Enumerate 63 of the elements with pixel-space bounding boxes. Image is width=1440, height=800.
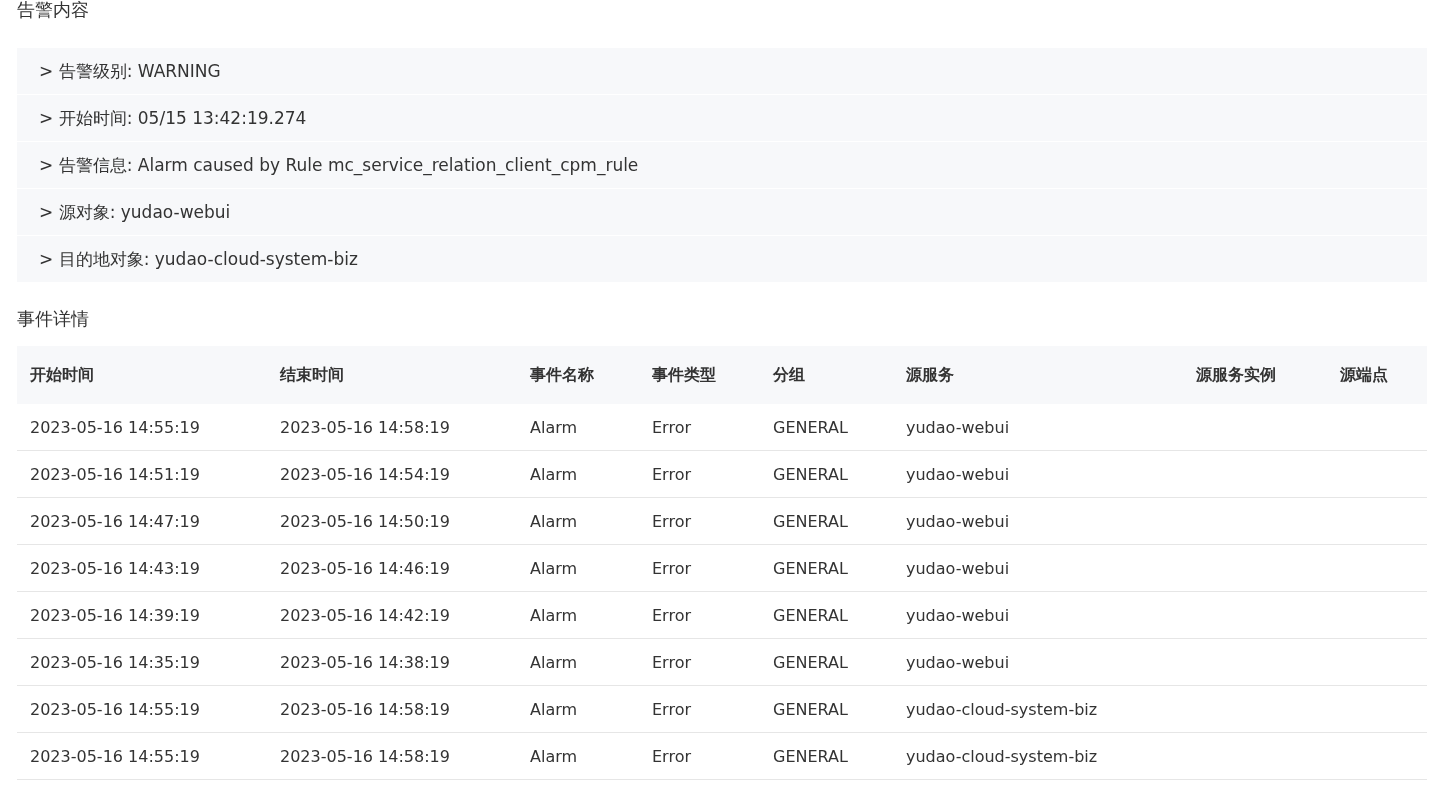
alert-detail-row: > 告警级别: WARNING — [17, 48, 1427, 94]
table-cell: 2023-05-16 14:46:19 — [280, 558, 450, 578]
table-cell: Error — [652, 417, 691, 437]
table-cell: Error — [652, 605, 691, 625]
table-cell: yudao-cloud-system-biz — [906, 746, 1098, 766]
column-header: 开始时间 — [30, 364, 94, 384]
column-header: 源服务 — [906, 364, 954, 384]
table-cell: Error — [652, 699, 691, 719]
table-cell: 2023-05-16 14:55:19 — [30, 699, 200, 719]
table-cell: yudao-webui — [906, 511, 1010, 531]
table-cell: 2023-05-16 14:58:19 — [280, 699, 450, 719]
table-cell: yudao-cloud-system-biz — [906, 699, 1098, 719]
table-cell: Error — [652, 558, 691, 578]
table-cell: GENERAL — [773, 417, 848, 437]
table-cell: GENERAL — [773, 699, 848, 719]
column-header: 事件名称 — [530, 364, 594, 384]
table-cell: GENERAL — [773, 511, 848, 531]
column-header: 事件类型 — [652, 364, 716, 384]
table-cell: 2023-05-16 14:47:19 — [30, 511, 200, 531]
table-cell: Error — [652, 652, 691, 672]
column-header: 分组 — [773, 364, 805, 384]
table-cell: yudao-webui — [906, 464, 1010, 484]
column-header: 源端点 — [1340, 364, 1388, 384]
table-cell: 2023-05-16 14:39:19 — [30, 605, 200, 625]
table-cell: GENERAL — [773, 464, 848, 484]
table-cell: Error — [652, 746, 691, 766]
column-header: 结束时间 — [280, 364, 344, 384]
section-title: 告警内容 — [17, 0, 90, 20]
section-title: 事件详情 — [17, 308, 90, 330]
table-cell: yudao-webui — [906, 558, 1010, 578]
alert-detail-row: > 告警信息: Alarm caused by Rule mc_service_relation_client_cpm_rule — [17, 142, 1427, 188]
table-cell: Alarm — [530, 746, 578, 766]
table-cell: 2023-05-16 14:38:19 — [280, 652, 450, 672]
table-cell: Alarm — [530, 464, 578, 484]
table-cell: yudao-webui — [906, 605, 1010, 625]
table-cell: Alarm — [530, 699, 578, 719]
table-cell: Alarm — [530, 558, 578, 578]
alert-detail-row: > 目的地对象: yudao-cloud-system-biz — [17, 236, 1427, 282]
alert-detail-row: > 源对象: yudao-webui — [17, 189, 1427, 235]
table-cell: 2023-05-16 14:54:19 — [280, 464, 450, 484]
table-cell: Alarm — [530, 605, 578, 625]
table-cell: 2023-05-16 14:35:19 — [30, 652, 200, 672]
table-cell: 2023-05-16 14:43:19 — [30, 558, 200, 578]
table-cell: 2023-05-16 14:55:19 — [30, 746, 200, 766]
table-cell: yudao-webui — [906, 652, 1010, 672]
table-cell: Error — [652, 464, 691, 484]
table-cell: 2023-05-16 14:58:19 — [280, 417, 450, 437]
table-cell: 2023-05-16 14:51:19 — [30, 464, 200, 484]
table-cell: GENERAL — [773, 605, 848, 625]
table-cell: yudao-webui — [906, 417, 1010, 437]
table-cell: Error — [652, 511, 691, 531]
table-cell: Alarm — [530, 417, 578, 437]
table-cell: Alarm — [530, 511, 578, 531]
table-cell: GENERAL — [773, 652, 848, 672]
table-cell: 2023-05-16 14:55:19 — [30, 417, 200, 437]
table-cell: Alarm — [530, 652, 578, 672]
table-cell: GENERAL — [773, 746, 848, 766]
table-cell: 2023-05-16 14:58:19 — [280, 746, 450, 766]
table-cell: GENERAL — [773, 558, 848, 578]
column-header: 源服务实例 — [1196, 364, 1276, 384]
alert-detail-row: > 开始时间: 05/15 13:42:19.274 — [17, 95, 1427, 141]
table-cell: 2023-05-16 14:50:19 — [280, 511, 450, 531]
table-cell: 2023-05-16 14:42:19 — [280, 605, 450, 625]
